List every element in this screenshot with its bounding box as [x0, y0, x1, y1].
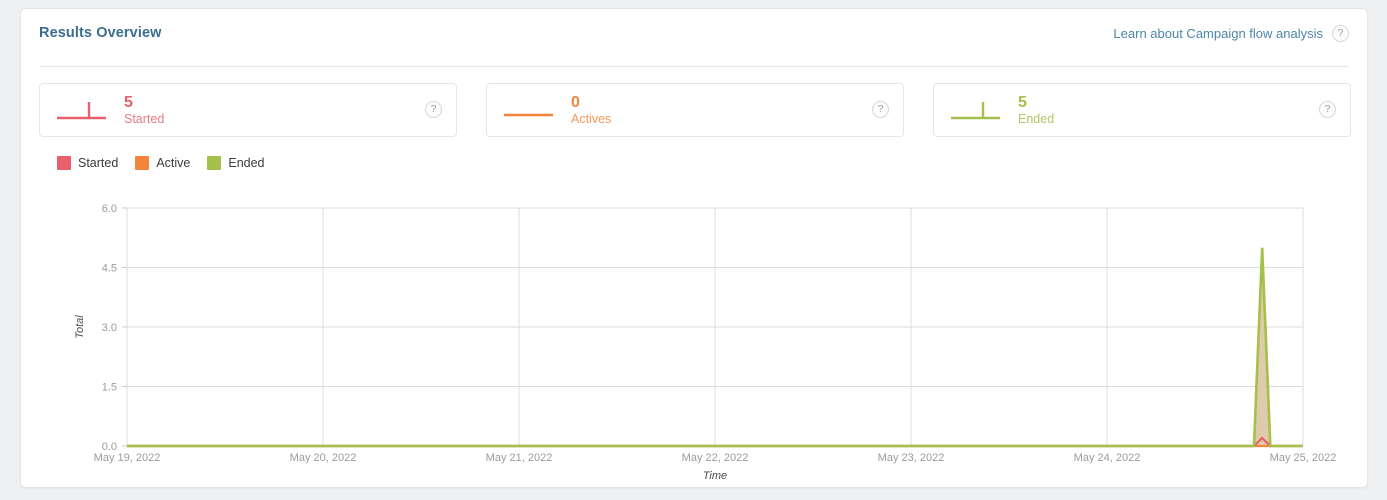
sparkline-actives-icon [504, 113, 553, 117]
y-tick-label: 4.5 [102, 263, 117, 275]
question-mark-icon-actives[interactable]: ? [872, 101, 889, 118]
legend-swatch-ended-icon [207, 156, 222, 170]
legend-label-ended: Ended [228, 156, 265, 170]
x-tick-label: May 19, 2022 [94, 452, 161, 464]
stat-card-text: 0 Actives [571, 94, 611, 127]
chart-y-axis-title: Total [74, 315, 86, 339]
legend-label-started: Started [78, 156, 119, 170]
stat-card-started[interactable]: 5 Started ? [39, 83, 457, 137]
header-actions: Learn about Campaign flow analysis ? [1113, 24, 1349, 42]
y-tick-label: 3.0 [102, 322, 117, 334]
chart-svg: 0.01.53.04.56.0 May 19, 2022 May 20, 2022… [74, 203, 1337, 482]
campaign-flow-chart[interactable]: 0.0 1.5 3.0 4.5 6.0 May 19, 2022 May 20, 2022… [21, 187, 1369, 487]
legend-item-started[interactable]: Started [57, 156, 118, 170]
legend-swatch-active-icon [135, 156, 150, 170]
learn-about-campaign-flow-link[interactable]: Learn about Campaign flow analysis [1113, 26, 1323, 41]
stat-value-actives: 0 [571, 93, 580, 111]
panel-header: Results Overview Learn about Campaign fl… [21, 9, 1367, 57]
sparkline-ended-icon [951, 102, 1000, 120]
y-tick-label: 6.0 [102, 203, 117, 215]
legend-item-ended[interactable]: Ended [207, 156, 265, 170]
stat-label-started: Started [124, 111, 165, 126]
question-mark-icon[interactable]: ? [1332, 24, 1349, 42]
x-tick-label: May 25, 2022 [1270, 452, 1337, 464]
x-tick-label: May 20, 2022 [290, 452, 357, 464]
legend-label-active: Active [156, 156, 191, 170]
chart-y-tick-labels: 0.01.53.04.56.0 [102, 203, 127, 453]
x-tick-label: May 21, 2022 [486, 452, 553, 464]
chart-x-axis-title: Time [703, 470, 727, 482]
stat-label-ended: Ended [1018, 111, 1055, 126]
results-overview-panel: Results Overview Learn about Campaign fl… [20, 8, 1368, 488]
stat-card-text: 5 Started [124, 94, 164, 127]
legend-swatch-started-icon [57, 156, 71, 170]
stat-value-started: 5 [124, 93, 133, 111]
legend-item-active[interactable]: Active [135, 156, 190, 170]
question-mark-icon-started[interactable]: ? [425, 101, 442, 118]
stat-card-ended[interactable]: 5 Ended ? [933, 83, 1351, 137]
sparkline-started-icon [57, 102, 106, 120]
chart-legend: Started Active Ended [57, 156, 265, 170]
chart-gridlines [126, 207, 1304, 447]
chart-x-tick-labels: May 19, 2022 May 20, 2022 May 21, 2022 May … [94, 452, 1337, 464]
stat-card-actives[interactable]: 0 Actives ? [486, 83, 904, 137]
x-tick-label: May 22, 2022 [682, 452, 749, 464]
y-tick-label: 1.5 [102, 382, 117, 394]
page-title: Results Overview [39, 25, 162, 41]
x-tick-label: May 24, 2022 [1074, 452, 1141, 464]
stat-value-ended: 5 [1018, 93, 1027, 111]
header-divider [39, 66, 1349, 67]
stat-card-text: 5 Ended [1018, 94, 1054, 127]
x-tick-label: May 23, 2022 [878, 452, 945, 464]
stat-cards-row: 5 Started ? 0 Actives ? 5 Ended ? [39, 83, 1351, 137]
question-mark-icon-ended[interactable]: ? [1319, 101, 1336, 118]
stat-label-actives: Actives [571, 111, 612, 126]
